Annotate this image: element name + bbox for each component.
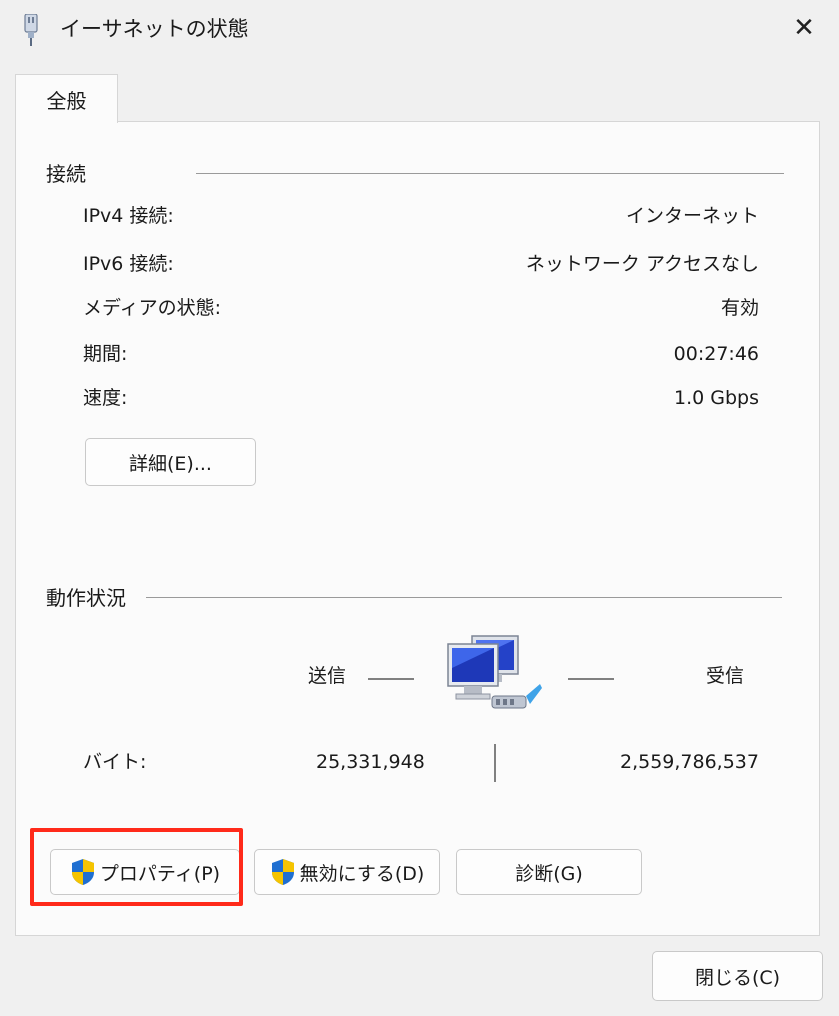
network-computers-icon xyxy=(447,635,542,709)
sent-label: 送信 xyxy=(308,665,347,687)
speed-label: 速度: xyxy=(83,387,128,409)
duration-label: 期間: xyxy=(83,343,128,365)
received-label: 受信 xyxy=(706,665,745,687)
tab-general-label: 全般 xyxy=(46,88,87,113)
uac-shield-icon xyxy=(271,859,294,885)
disable-button[interactable]: 無効にする(D) xyxy=(254,849,440,895)
close-button-label: 閉じる(C) xyxy=(694,966,781,989)
tab-panel-general: 接続 IPv4 接続: インターネット IPv6 接続: ネットワーク アクセス… xyxy=(15,121,820,936)
ipv6-value: ネットワーク アクセスなし xyxy=(525,253,759,275)
diagnose-button[interactable]: 診断(G) xyxy=(456,849,642,895)
details-button-label: 詳細(E)... xyxy=(129,452,212,475)
ipv4-label: IPv4 接続: xyxy=(83,205,174,227)
activity-divider xyxy=(146,597,782,598)
disable-button-label: 無効にする(D) xyxy=(299,862,425,885)
connection-divider xyxy=(196,173,784,174)
highlight-box xyxy=(30,828,243,906)
title-bar: イーサネットの状態 ✕ xyxy=(0,0,839,60)
details-button[interactable]: 詳細(E)... xyxy=(85,438,256,486)
bytes-divider xyxy=(494,744,496,782)
activity-heading: 動作状況 xyxy=(46,584,126,612)
close-window-button[interactable]: ✕ xyxy=(769,0,839,56)
sent-dash xyxy=(368,678,414,680)
tab-general[interactable]: 全般 xyxy=(15,74,118,123)
speed-value: 1.0 Gbps xyxy=(674,387,759,409)
duration-value: 00:27:46 xyxy=(673,343,759,365)
media-state-label: メディアの状態: xyxy=(83,297,222,319)
close-icon: ✕ xyxy=(793,13,815,43)
bytes-received-value: 2,559,786,537 xyxy=(619,751,759,773)
ethernet-cable-icon xyxy=(24,14,38,46)
window-title: イーサネットの状態 xyxy=(60,17,249,41)
bytes-sent-value: 25,331,948 xyxy=(316,751,425,773)
ipv4-value: インターネット xyxy=(625,205,759,227)
media-state-value: 有効 xyxy=(720,297,759,319)
diagnose-button-label: 診断(G) xyxy=(515,862,583,885)
received-dash xyxy=(568,678,614,680)
ipv6-label: IPv6 接続: xyxy=(83,253,174,275)
connection-heading: 接続 xyxy=(46,160,86,188)
close-button[interactable]: 閉じる(C) xyxy=(652,951,823,1001)
bytes-label: バイト: xyxy=(83,751,147,773)
